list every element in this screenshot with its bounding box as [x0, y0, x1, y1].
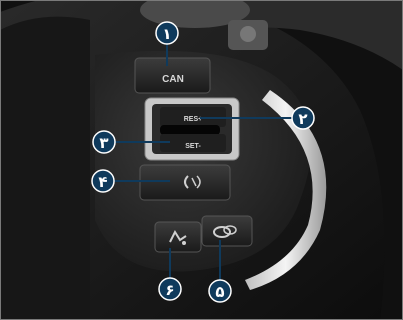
callout-1-label: ۱ [162, 25, 171, 43]
callout-2: ۲ [291, 106, 315, 130]
callout-2-label: ۲ [298, 110, 307, 128]
cancel-button[interactable]: CAN [134, 57, 211, 94]
callout-6: ۶ [158, 277, 182, 301]
callout-5-label: ۵ [215, 283, 224, 301]
callout-3: ۳ [92, 130, 116, 154]
callout-3-label: ۳ [99, 134, 108, 152]
callout-6-label: ۶ [165, 281, 174, 299]
callout-4-label: ۴ [98, 173, 107, 191]
callout-4: ۴ [91, 169, 115, 193]
wheel-rim-left [0, 16, 90, 320]
distance-button[interactable] [201, 215, 253, 247]
rocker-bar [160, 125, 220, 135]
set-button-label: SET- [185, 143, 201, 150]
resume-button-label: RES+ [184, 116, 202, 123]
steering-wheel-photo: CAN RES+ SET- ۱ ۲ ۳ ۴ ۵ ۶ [0, 0, 403, 320]
callout-5: ۵ [208, 279, 232, 303]
voice-button[interactable] [154, 221, 202, 253]
stalk-knob [240, 26, 256, 42]
lane-assist-button[interactable] [139, 164, 231, 201]
callout-1: ۱ [155, 21, 179, 45]
cancel-button-label: CAN [162, 74, 184, 85]
